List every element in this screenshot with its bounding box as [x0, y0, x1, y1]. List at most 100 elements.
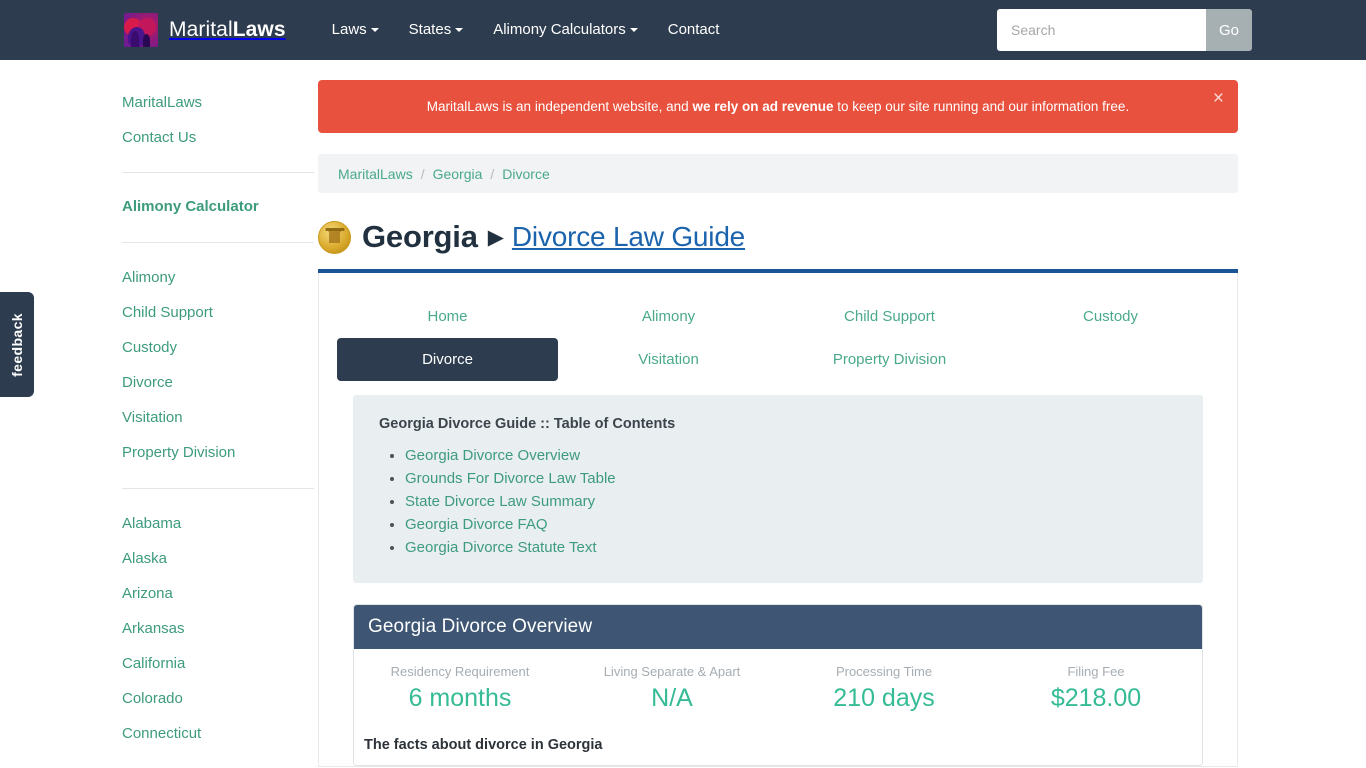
stat-filing-fee-label: Filing Fee — [1067, 664, 1125, 679]
sidebar-item-alabama[interactable]: Alabama — [122, 506, 316, 541]
feedback-tab-label: feedback — [9, 312, 25, 377]
stat-processing-time: Processing Time 210 days — [778, 663, 990, 715]
brand-title-second: Laws — [232, 18, 286, 41]
nav-item-alimony-calculators[interactable]: Alimony Calculators — [478, 0, 653, 60]
stat-living-separate-apart-label: Living Separate & Apart — [603, 664, 741, 679]
nav-item-laws[interactable]: Laws — [317, 0, 394, 60]
sidebar-item-connecticut[interactable]: Connecticut — [122, 716, 316, 751]
facts-heading: The facts about divorce in Georgia — [364, 737, 603, 753]
alert-text-after: to keep our site running and our informa… — [833, 99, 1130, 114]
breadcrumb-item-divorce[interactable]: Divorce — [502, 166, 549, 182]
tab-home[interactable]: Home — [337, 295, 558, 338]
breadcrumb: MaritalLaws / Georgia / Divorce — [318, 154, 1238, 193]
overview-stats: Residency Requirement 6 months Living Se… — [354, 663, 1202, 715]
main-content: MaritalLaws is an independent website, a… — [316, 60, 1366, 768]
stat-living-separate-apart: Living Separate & Apart N/A — [566, 663, 778, 715]
sidebar-item-contact-us[interactable]: Contact Us — [122, 120, 316, 155]
sidebar-item-arkansas[interactable]: Arkansas — [122, 611, 316, 646]
list-item: Georgia Divorce Statute Text — [390, 536, 1177, 559]
list-item: State Divorce Law Summary — [390, 490, 1177, 513]
search-go-button[interactable]: Go — [1206, 9, 1252, 51]
nav-item-contact-label: Contact — [667, 21, 720, 38]
divorce-overview-heading: Georgia Divorce Overview — [354, 605, 1202, 649]
brand-title-first: Marital — [169, 18, 233, 41]
sidebar: MaritalLaws Contact Us Alimony Calculato… — [0, 60, 316, 768]
sidebar-divider — [122, 488, 314, 489]
feedback-tab[interactable]: feedback — [0, 292, 34, 397]
search-group: Go — [997, 9, 1252, 51]
page-title-state: Georgia — [362, 219, 478, 254]
nav-item-states-label: States — [408, 21, 452, 38]
tab-child-support[interactable]: Child Support — [779, 295, 1000, 338]
chevron-down-icon — [629, 28, 638, 32]
nav-item-laws-label: Laws — [331, 21, 367, 38]
chevron-down-icon — [455, 28, 464, 32]
stat-filing-fee-value: $218.00 — [1050, 684, 1142, 712]
stat-processing-time-label: Processing Time — [835, 664, 933, 679]
stat-residency-requirement: Residency Requirement 6 months — [354, 663, 566, 715]
sidebar-item-child-support[interactable]: Child Support — [122, 295, 316, 330]
stat-filing-fee: Filing Fee $218.00 — [990, 663, 1202, 715]
search-input[interactable] — [997, 9, 1206, 51]
toc-link-statute-text[interactable]: Georgia Divorce Statute Text — [405, 539, 596, 556]
list-item: Georgia Divorce FAQ — [390, 513, 1177, 536]
table-of-contents: Georgia Divorce Guide :: Table of Conten… — [353, 395, 1203, 583]
sidebar-item-california[interactable]: California — [122, 646, 316, 681]
sidebar-item-alaska[interactable]: Alaska — [122, 541, 316, 576]
sidebar-item-property-division[interactable]: Property Division — [122, 435, 316, 470]
tab-custody[interactable]: Custody — [1000, 295, 1221, 338]
sidebar-item-visitation[interactable]: Visitation — [122, 400, 316, 435]
toc-link-grounds-table[interactable]: Grounds For Divorce Law Table — [405, 470, 616, 487]
sidebar-divider — [122, 242, 314, 243]
close-icon[interactable]: × — [1213, 89, 1224, 108]
table-of-contents-list: Georgia Divorce Overview Grounds For Div… — [379, 444, 1177, 559]
breadcrumb-separator: / — [420, 165, 425, 182]
stat-processing-time-value: 210 days — [833, 684, 935, 712]
tab-property-division[interactable]: Property Division — [779, 338, 1000, 381]
alert-text-before: MaritalLaws is an independent website, a… — [426, 99, 693, 114]
list-item: Grounds For Divorce Law Table — [390, 467, 1177, 490]
brand-title: MaritalLaws — [169, 18, 286, 42]
primary-nav: Laws States Alimony Calculators Contact — [317, 0, 735, 60]
sidebar-item-alimony-calculator[interactable]: Alimony Calculator — [122, 189, 316, 224]
page-title-guide[interactable]: Divorce Law Guide — [512, 221, 745, 253]
section-tabs: Home Alimony Child Support Custody Divor… — [337, 295, 1221, 381]
nav-item-states[interactable]: States — [394, 0, 479, 60]
tab-divorce[interactable]: Divorce — [337, 338, 558, 381]
stat-residency-requirement-label: Residency Requirement — [390, 664, 530, 679]
sidebar-item-colorado[interactable]: Colorado — [122, 681, 316, 716]
stat-living-separate-apart-value: N/A — [651, 684, 693, 712]
georgia-state-seal-icon — [318, 220, 351, 254]
divorce-overview-body: Residency Requirement 6 months Living Se… — [354, 649, 1202, 765]
nav-item-alimony-calculators-label: Alimony Calculators — [493, 21, 626, 38]
nav-item-contact[interactable]: Contact — [653, 0, 735, 60]
breadcrumb-separator: / — [490, 165, 495, 182]
ad-revenue-alert: MaritalLaws is an independent website, a… — [318, 80, 1238, 133]
breadcrumb-item-maritallaws[interactable]: MaritalLaws — [338, 166, 413, 182]
triangle-right-icon: ▶ — [487, 225, 504, 249]
stat-residency-requirement-value: 6 months — [408, 684, 512, 712]
page-title: Georgia ▶ Divorce Law Guide — [318, 214, 1366, 260]
sidebar-item-arizona[interactable]: Arizona — [122, 576, 316, 611]
sidebar-divider — [122, 172, 314, 173]
tab-alimony[interactable]: Alimony — [558, 295, 779, 338]
brand-home-link[interactable]: MaritalLaws — [124, 13, 286, 47]
toc-link-overview[interactable]: Georgia Divorce Overview — [405, 447, 580, 464]
heart-couple-logo-icon — [124, 13, 158, 47]
toc-link-law-summary[interactable]: State Divorce Law Summary — [405, 493, 595, 510]
tab-visitation[interactable]: Visitation — [558, 338, 779, 381]
breadcrumb-item-georgia[interactable]: Georgia — [433, 166, 483, 182]
ad-revenue-alert-text: MaritalLaws is an independent website, a… — [427, 99, 1129, 114]
top-navbar: MaritalLaws Laws States Alimony Calculat… — [0, 0, 1366, 60]
chevron-down-icon — [370, 28, 379, 32]
alert-text-bold: we rely on ad revenue — [692, 99, 834, 114]
sidebar-item-alimony[interactable]: Alimony — [122, 260, 316, 295]
divorce-overview-panel: Georgia Divorce Overview Residency Requi… — [353, 604, 1203, 766]
sidebar-item-custody[interactable]: Custody — [122, 330, 316, 365]
list-item: Georgia Divorce Overview — [390, 444, 1177, 467]
toc-link-faq[interactable]: Georgia Divorce FAQ — [405, 516, 548, 533]
sidebar-item-divorce[interactable]: Divorce — [122, 365, 316, 400]
content-card: Home Alimony Child Support Custody Divor… — [318, 273, 1238, 767]
table-of-contents-title: Georgia Divorce Guide :: Table of Conten… — [379, 416, 676, 432]
sidebar-item-maritallaws[interactable]: MaritalLaws — [122, 85, 316, 120]
